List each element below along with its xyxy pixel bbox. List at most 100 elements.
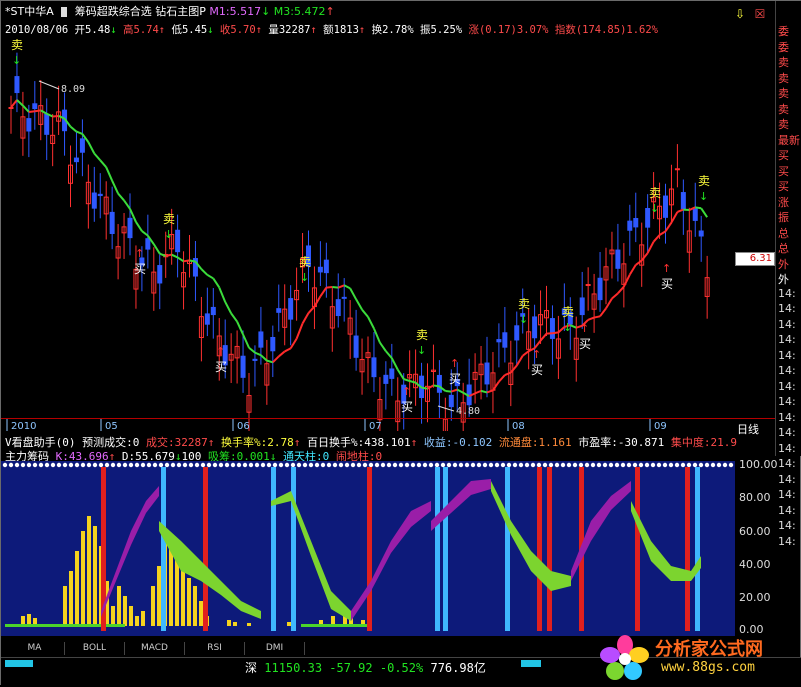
- dot-marker: [549, 463, 553, 467]
- market-turnover: 776.98亿: [430, 661, 485, 675]
- dot-marker: [93, 463, 97, 467]
- download-icon[interactable]: ⇩: [735, 7, 745, 21]
- sell-signal: 卖: [163, 212, 175, 226]
- formula-name[interactable]: 筹码超跌综合选: [75, 5, 152, 18]
- moving-average-segment: [636, 261, 642, 265]
- moving-average-segment: [481, 391, 487, 393]
- dot-marker: [663, 463, 667, 467]
- tab-rsi[interactable]: RSI: [185, 642, 245, 655]
- moving-average-segment: [207, 275, 213, 279]
- moving-average-segment: [642, 253, 648, 260]
- moving-average-segment: [445, 391, 451, 392]
- moving-average-segment: [326, 287, 332, 288]
- tab-dmi[interactable]: DMI: [245, 642, 305, 655]
- histogram-bar: [63, 586, 67, 626]
- side-panel-item: 总: [778, 240, 801, 254]
- buy-signal: 买: [215, 360, 227, 374]
- candle-body: [681, 193, 685, 209]
- candle-body: [45, 114, 49, 134]
- histogram-bar: [81, 531, 85, 626]
- volume-arrow: ↑: [310, 24, 316, 36]
- dot-marker: [321, 463, 325, 467]
- candle-body: [318, 267, 322, 272]
- side-panel-item: 总: [778, 225, 801, 239]
- histogram-bar: [123, 596, 127, 626]
- dot-marker: [195, 463, 199, 467]
- close-icon[interactable]: ☒: [755, 7, 766, 21]
- tab-boll[interactable]: BOLL: [65, 642, 125, 655]
- close-arrow: ↑: [256, 24, 262, 36]
- moving-average-segment: [261, 355, 267, 360]
- period-label[interactable]: 日线: [737, 421, 773, 435]
- moving-average-segment: [303, 313, 309, 323]
- histogram-bar: [111, 606, 115, 626]
- index-ticker[interactable]: 深 11150.33 -57.92 -0.52% 776.98亿: [245, 659, 486, 676]
- dot-marker: [153, 463, 157, 467]
- moving-average-segment: [505, 373, 511, 376]
- dot-marker: [537, 463, 541, 467]
- moving-average-segment: [41, 110, 47, 113]
- candle-body: [205, 314, 209, 324]
- candle-body: [664, 196, 668, 217]
- histogram-bar: [151, 586, 155, 626]
- candlestick-chart[interactable]: 8.094.80卖↓卖↓卖↓卖↓卖↓卖↓卖↓卖↓↑买↑买↑买↑买↑买↑买↑买20…: [1, 1, 775, 431]
- buy-signal: 买: [449, 372, 461, 386]
- month-label: 05: [105, 421, 118, 431]
- m3-arrow: ↑: [325, 5, 334, 18]
- dot-marker: [243, 463, 247, 467]
- side-panel-item: 14:: [778, 333, 801, 347]
- tab-ma[interactable]: MA: [5, 642, 65, 655]
- dot-marker: [561, 463, 565, 467]
- dot-marker: [357, 463, 361, 467]
- dot-marker: [411, 463, 415, 467]
- moving-average-segment: [213, 278, 219, 287]
- side-panel-item: 14:: [778, 473, 801, 487]
- dot-marker: [555, 463, 559, 467]
- moving-average-segment: [612, 293, 618, 298]
- candle-body: [241, 356, 245, 377]
- side-panel-item: 外: [778, 271, 801, 285]
- low-arrow: ↓: [207, 24, 213, 36]
- dot-marker: [87, 463, 91, 467]
- side-panel-item: 14:: [778, 504, 801, 518]
- dot-marker: [405, 463, 409, 467]
- dot-marker: [75, 463, 79, 467]
- dot-marker: [333, 463, 337, 467]
- hundred-arrow: ↑: [411, 436, 418, 449]
- moving-average-segment: [309, 306, 315, 313]
- side-panel-item: 14:: [778, 318, 801, 332]
- moving-average-segment: [671, 212, 677, 223]
- main-force-chip-chart[interactable]: [1, 461, 735, 636]
- dot-marker: [501, 463, 505, 467]
- candle-body: [497, 340, 501, 342]
- flower-logo-icon: [599, 633, 651, 685]
- side-panel-item: 卖: [778, 116, 801, 130]
- side-panel-item: 卖: [778, 70, 801, 84]
- indicator-tabs: MA BOLL MACD RSI DMI: [1, 642, 561, 656]
- tab-macd[interactable]: MACD: [125, 642, 185, 655]
- dot-marker: [231, 463, 235, 467]
- moving-average-segment: [237, 322, 243, 335]
- candle-body: [354, 336, 358, 357]
- site-watermark: 分析家公式网 www.88gs.com: [599, 633, 799, 685]
- moving-average-segment: [136, 222, 142, 231]
- sky-pillar-line: [443, 467, 448, 631]
- candle-body: [372, 358, 376, 377]
- stock-name[interactable]: *ST中华A: [5, 5, 54, 18]
- histogram-bar: [193, 586, 197, 626]
- dot-marker: [693, 463, 697, 467]
- sky-pillar-line: [505, 467, 510, 631]
- candle-body: [9, 107, 13, 108]
- candle-body: [550, 319, 554, 339]
- index-change: -57.92: [329, 661, 372, 675]
- candle-body: [598, 278, 602, 299]
- dot-marker: [567, 463, 571, 467]
- candle-body: [80, 139, 84, 152]
- moving-average-segment: [588, 318, 594, 320]
- side-panel-item: 涨: [778, 194, 801, 208]
- sell-signal: 卖: [299, 255, 311, 269]
- top-icons: ⇩ ☒: [735, 7, 765, 21]
- histogram-bar: [175, 556, 179, 626]
- candle-body: [449, 395, 453, 406]
- candle-body: [580, 298, 584, 315]
